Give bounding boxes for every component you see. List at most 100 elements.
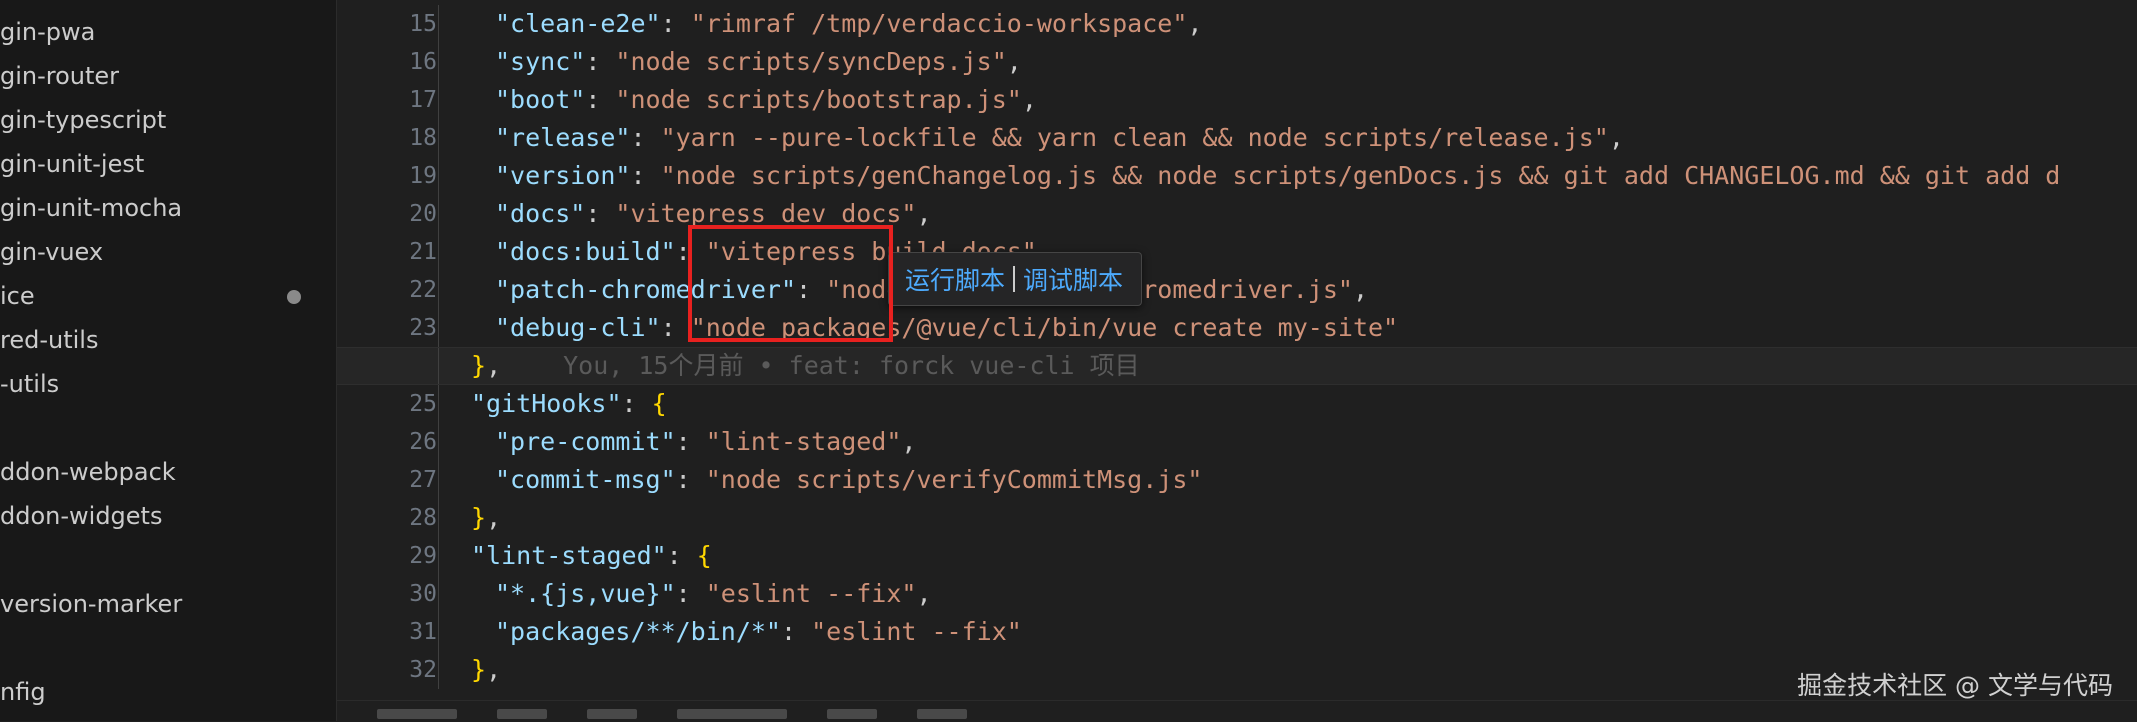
code-token: "vitepress dev docs" xyxy=(615,199,917,228)
code-token: , xyxy=(1352,275,1368,304)
sidebar-item[interactable]: gin-vuex xyxy=(0,230,336,274)
panel-tab[interactable] xyxy=(497,709,547,719)
indent-guide xyxy=(438,5,439,43)
code-token: "debug-cli" xyxy=(495,313,661,342)
sidebar-item[interactable] xyxy=(0,626,336,670)
code-line[interactable]: "version": "node scripts/genChangelog.js… xyxy=(337,157,2137,195)
code-token: , xyxy=(1021,85,1037,114)
sidebar-item-label: gin-unit-mocha xyxy=(0,194,183,222)
code-token: , xyxy=(1608,123,1624,152)
code-token: "*.{js,vue}" xyxy=(495,579,676,608)
sidebar-item[interactable]: gin-typescript xyxy=(0,98,336,142)
annotation-highlight-box xyxy=(688,225,893,342)
indent-guide xyxy=(438,119,439,157)
code-line[interactable]: "release": "yarn --pure-lockfile && yarn… xyxy=(337,119,2137,157)
code-line[interactable]: "lint-staged": { xyxy=(337,537,2137,575)
sidebar-item[interactable]: gin-unit-jest xyxy=(0,142,336,186)
code-line[interactable]: "debug-cli": "node packages/@vue/cli/bin… xyxy=(337,309,2137,347)
code-token: : xyxy=(630,161,661,190)
modified-dot-icon xyxy=(287,290,301,304)
code-line[interactable]: "packages/**/bin/*": "eslint --fix" xyxy=(337,613,2137,651)
code-token: : xyxy=(630,123,661,152)
code-text: "pre-commit": "lint-staged", xyxy=(495,423,916,461)
code-line[interactable]: "boot": "node scripts/bootstrap.js", xyxy=(337,81,2137,119)
panel-tab[interactable] xyxy=(587,709,637,719)
code-token: , xyxy=(901,427,917,456)
code-token: "pre-commit" xyxy=(495,427,676,456)
code-token: "node scripts/syncDeps.js" xyxy=(615,47,1007,76)
code-token: "docs" xyxy=(495,199,586,228)
code-token: , xyxy=(1006,47,1022,76)
sidebar-item[interactable]: ice xyxy=(0,274,336,318)
code-token: } xyxy=(471,351,487,380)
code-line[interactable]: "*.{js,vue}": "eslint --fix", xyxy=(337,575,2137,613)
code-token: "lint-staged" xyxy=(471,541,667,570)
code-line[interactable]: "docs:build": "vitepress build docs", xyxy=(337,233,2137,271)
code-token: "eslint --fix" xyxy=(811,617,1022,646)
sidebar-item[interactable]: red-utils xyxy=(0,318,336,362)
sidebar-item[interactable]: gin-unit-mocha xyxy=(0,186,336,230)
code-token: : xyxy=(675,427,706,456)
panel-tab[interactable] xyxy=(377,709,457,719)
code-token: "clean-e2e" xyxy=(495,9,661,38)
code-line[interactable]: }, You, 15个月前 • feat: forck vue-cli 项目 xyxy=(337,347,2137,385)
sidebar-item[interactable] xyxy=(0,538,336,582)
code-token: } xyxy=(471,655,487,684)
code-token: "boot" xyxy=(495,85,586,114)
sidebar-item[interactable]: gin-router xyxy=(0,54,336,98)
run-script-link[interactable]: 运行脚本 xyxy=(905,261,1005,297)
sidebar-item[interactable]: version-marker xyxy=(0,582,336,626)
sidebar-item-label: nfig xyxy=(0,678,46,706)
sidebar-item[interactable]: -utils xyxy=(0,362,336,406)
panel-tab[interactable] xyxy=(677,709,787,719)
sidebar-item-label: ice xyxy=(0,282,35,310)
code-token: "lint-staged" xyxy=(705,427,902,456)
code-editor[interactable]: 151617181920212223242526272829303132 "cl… xyxy=(337,0,2137,721)
indent-guide xyxy=(438,348,439,384)
indent-guide xyxy=(438,271,439,309)
code-token: : xyxy=(675,465,706,494)
indent-guide xyxy=(438,385,439,423)
code-token: : xyxy=(585,47,616,76)
code-line[interactable]: "docs": "vitepress dev docs", xyxy=(337,195,2137,233)
code-token: : xyxy=(780,617,812,646)
code-token: , xyxy=(916,199,932,228)
code-line[interactable]: "gitHooks": { xyxy=(337,385,2137,423)
code-token: "eslint --fix" xyxy=(705,579,917,608)
code-token: "version" xyxy=(495,161,631,190)
sidebar-item-label: -utils xyxy=(0,370,60,398)
code-token: "sync" xyxy=(495,47,586,76)
code-line[interactable]: "patch-chromedriver": "node scripts/patc… xyxy=(337,271,2137,309)
code-text: "*.{js,vue}": "eslint --fix", xyxy=(495,575,932,613)
code-line[interactable]: "commit-msg": "node scripts/verifyCommit… xyxy=(337,461,2137,499)
code-token: "node scripts/genChangelog.js && node sc… xyxy=(660,161,2061,190)
code-lens-separator xyxy=(1013,266,1016,292)
indent-guide xyxy=(438,651,439,689)
panel-tab[interactable] xyxy=(917,709,967,719)
code-text: "release": "yarn --pure-lockfile && yarn… xyxy=(495,119,1624,157)
sidebar-item[interactable]: gin-pwa xyxy=(0,10,336,54)
code-token: { xyxy=(651,389,667,418)
code-token: , xyxy=(486,503,502,532)
indent-guide xyxy=(438,195,439,233)
indent-guide xyxy=(438,537,439,575)
sidebar-item-label: gin-unit-jest xyxy=(0,150,145,178)
code-token: : xyxy=(666,541,697,570)
code-line[interactable]: "sync": "node scripts/syncDeps.js", xyxy=(337,43,2137,81)
indent-guide xyxy=(438,43,439,81)
sidebar-item[interactable] xyxy=(0,406,336,450)
code-token: : xyxy=(660,9,691,38)
sidebar-item[interactable]: ddon-webpack xyxy=(0,450,336,494)
panel-tab[interactable] xyxy=(827,709,877,719)
sidebar-item-label: gin-pwa xyxy=(0,18,96,46)
code-token: , xyxy=(916,579,932,608)
debug-script-link[interactable]: 调试脚本 xyxy=(1023,261,1123,297)
code-token: : xyxy=(660,313,691,342)
code-line[interactable]: "clean-e2e": "rimraf /tmp/verdaccio-work… xyxy=(337,5,2137,43)
code-area[interactable]: "clean-e2e": "rimraf /tmp/verdaccio-work… xyxy=(337,5,2137,689)
code-line[interactable]: "pre-commit": "lint-staged", xyxy=(337,423,2137,461)
code-line[interactable]: }, xyxy=(337,499,2137,537)
sidebar-item[interactable]: ddon-widgets xyxy=(0,494,336,538)
code-token: } xyxy=(471,503,487,532)
sidebar-item[interactable]: nfig xyxy=(0,670,336,714)
